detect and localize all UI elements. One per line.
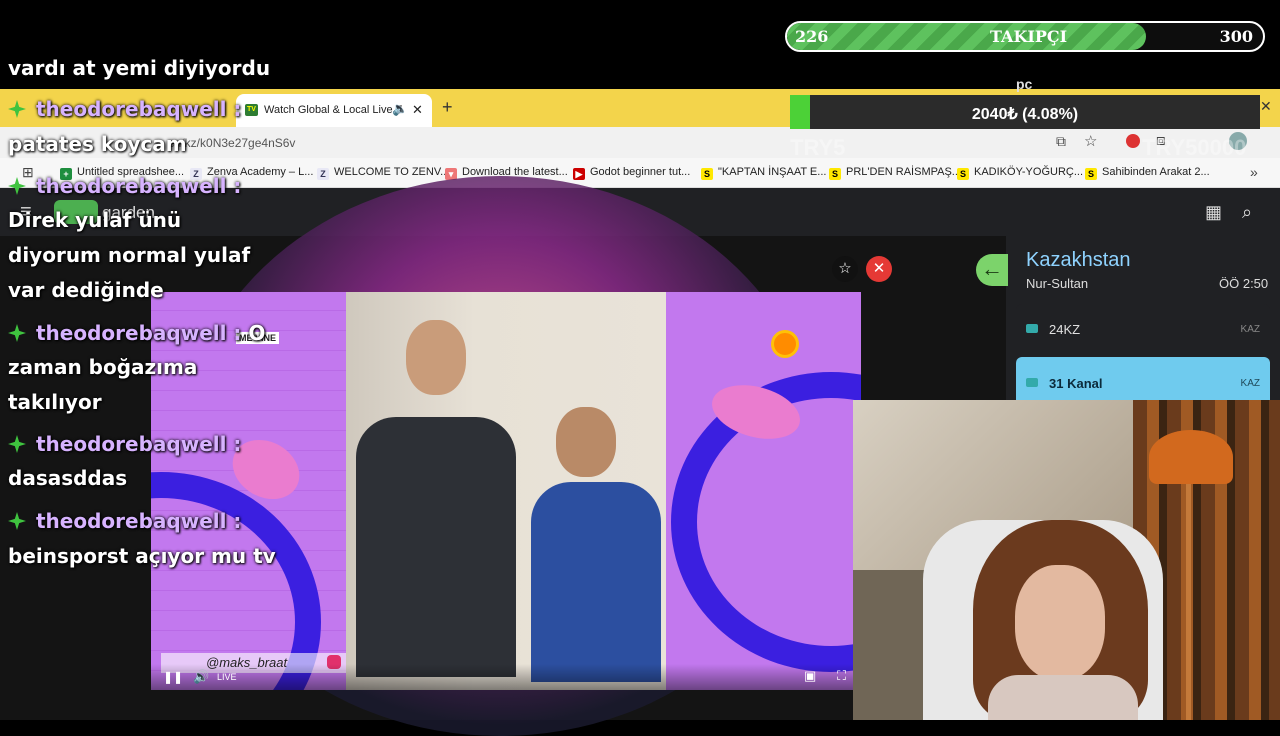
follower-goal: 300 bbox=[1219, 27, 1253, 46]
pc-label: pc bbox=[1016, 76, 1033, 92]
person-scrubs bbox=[531, 482, 661, 682]
bookmark-item[interactable]: S KADIKÖY-YOĞURÇ... bbox=[957, 166, 1083, 180]
donation-text: 2040₺ (4.08%) bbox=[971, 106, 1079, 123]
chat-message: theodorebaqwell : O bbox=[8, 316, 265, 350]
speaker-icon: 🔈 bbox=[392, 101, 409, 116]
chat-message: theodorebaqwell : bbox=[8, 504, 241, 538]
chat-badge-icon bbox=[8, 177, 26, 195]
search-icon[interactable]: ⌕ bbox=[1242, 202, 1252, 223]
person-suit bbox=[356, 417, 516, 677]
install-app-icon[interactable]: ⧉ bbox=[1056, 133, 1066, 150]
donation-goal-bar: 2040₺ (4.08%) bbox=[790, 95, 1260, 129]
chat-badge-icon bbox=[8, 324, 26, 342]
chat-username: theodorebaqwell : bbox=[36, 321, 242, 345]
back-arrow-button[interactable]: ← bbox=[976, 254, 1008, 286]
lamp-stand bbox=[1186, 484, 1191, 720]
follower-label: TAKIPÇI bbox=[990, 27, 1068, 46]
chat-line: var dediğinde bbox=[8, 278, 164, 302]
bookmark-item[interactable]: S "KAPTAN İNŞAAT E... bbox=[701, 166, 826, 180]
city-name: Nur-Sultan bbox=[1026, 276, 1089, 291]
favorite-star-icon[interactable]: ☆ bbox=[832, 256, 858, 282]
fullscreen-icon[interactable]: ⛶ bbox=[837, 668, 846, 684]
chat-line: takılıyor bbox=[8, 390, 102, 414]
chat-line: diyorum normal yulaf bbox=[8, 243, 251, 267]
chat-badge-icon bbox=[8, 100, 26, 118]
chat-badge-icon bbox=[8, 512, 26, 530]
orange-coin-graphic bbox=[771, 330, 799, 358]
player-controls bbox=[151, 664, 861, 690]
tab-title: Watch Global & Local Live T bbox=[264, 104, 403, 116]
sahibinden-icon: S bbox=[957, 168, 969, 180]
channel-name: 31 Kanal bbox=[1049, 376, 1103, 391]
video-frame bbox=[346, 292, 666, 690]
bookmark-star-icon[interactable]: ☆ bbox=[1084, 132, 1097, 150]
channel-code: KAZ bbox=[1240, 324, 1260, 335]
person-suit-head bbox=[406, 320, 466, 395]
bookmark-item[interactable]: S Sahibinden Arakat 2... bbox=[1085, 166, 1210, 180]
bookmark-item[interactable]: S PRL'DEN RAİSMPAŞ... bbox=[829, 166, 961, 180]
orange-lamp bbox=[1149, 430, 1233, 484]
window-close-icon[interactable]: ✕ bbox=[1260, 98, 1272, 115]
channel-tv-icon bbox=[1026, 324, 1038, 333]
streamer-top bbox=[988, 675, 1138, 720]
chat-message: theodorebaqwell : bbox=[8, 92, 241, 126]
chat-line: vardı at yemi diyiyordu bbox=[8, 56, 271, 80]
map-icon[interactable]: ▦ bbox=[1205, 202, 1222, 223]
person-scrubs-head bbox=[556, 407, 616, 477]
channel-item[interactable]: 24KZ KAZ bbox=[1016, 304, 1270, 356]
chat-message: theodorebaqwell : bbox=[8, 169, 241, 203]
local-time: ÖÖ 2:50 bbox=[1219, 276, 1269, 291]
sahibinden-icon: S bbox=[829, 168, 841, 180]
zenva-icon: Z bbox=[317, 168, 329, 180]
volume-icon[interactable]: 🔊 bbox=[193, 669, 209, 685]
chat-username: theodorebaqwell : bbox=[36, 174, 242, 198]
chat-line: dasasddas bbox=[8, 466, 128, 490]
sahibinden-icon: S bbox=[701, 168, 713, 180]
webcam-overlay bbox=[853, 400, 1280, 720]
close-player-icon[interactable]: ✕ bbox=[866, 256, 892, 282]
more-bookmarks-icon[interactable]: » bbox=[1250, 164, 1258, 180]
channel-code: KAZ bbox=[1240, 378, 1260, 389]
bookmark-item[interactable]: ▶ Godot beginner tut... bbox=[573, 166, 690, 180]
country-name: Kazakhstan bbox=[1026, 249, 1131, 271]
chat-badge-icon bbox=[8, 435, 26, 453]
extension-icon[interactable] bbox=[1126, 134, 1140, 148]
video-player[interactable]: ME VINE @maks_braat ❚❚ 🔊 LIVE ▣ ⛶ bbox=[151, 292, 861, 690]
browser-tab[interactable]: TV Watch Global & Local Live T 🔈 ✕ bbox=[236, 94, 432, 127]
live-label: LIVE bbox=[217, 672, 237, 682]
follower-current: 226 bbox=[795, 27, 829, 46]
channel-tv-icon bbox=[1026, 378, 1038, 387]
chat-line: zaman boğazıma bbox=[8, 355, 198, 379]
pip-icon[interactable]: ▣ bbox=[804, 668, 816, 684]
chat-username: theodorebaqwell : bbox=[36, 432, 242, 456]
sahibinden-icon: S bbox=[1085, 168, 1097, 180]
channel-name: 24KZ bbox=[1049, 322, 1081, 337]
chat-line: beinsporst açıyor mu tv bbox=[8, 544, 276, 568]
streamer-face bbox=[1015, 565, 1105, 680]
chat-message: theodorebaqwell : bbox=[8, 427, 241, 461]
url-text[interactable]: en/kz/k0N3e27ge4nS6v bbox=[168, 136, 295, 150]
new-tab-icon[interactable]: + bbox=[442, 97, 453, 118]
follower-progress-fill bbox=[787, 23, 1146, 50]
tv-garden-favicon: TV bbox=[245, 104, 258, 116]
chat-username: theodorebaqwell : bbox=[36, 97, 242, 121]
chat-line: patates koycam bbox=[8, 132, 187, 156]
pause-icon[interactable]: ❚❚ bbox=[163, 670, 183, 684]
chat-line: Direk yulaf ünü bbox=[8, 208, 182, 232]
chat-username: theodorebaqwell : bbox=[36, 509, 242, 533]
follower-goal-bar: 226 TAKIPÇI 300 bbox=[785, 21, 1265, 52]
close-tab-icon[interactable]: ✕ bbox=[412, 102, 423, 118]
youtube-icon: ▶ bbox=[573, 168, 585, 180]
bookmark-item[interactable]: Z WELCOME TO ZENV... bbox=[317, 166, 449, 180]
